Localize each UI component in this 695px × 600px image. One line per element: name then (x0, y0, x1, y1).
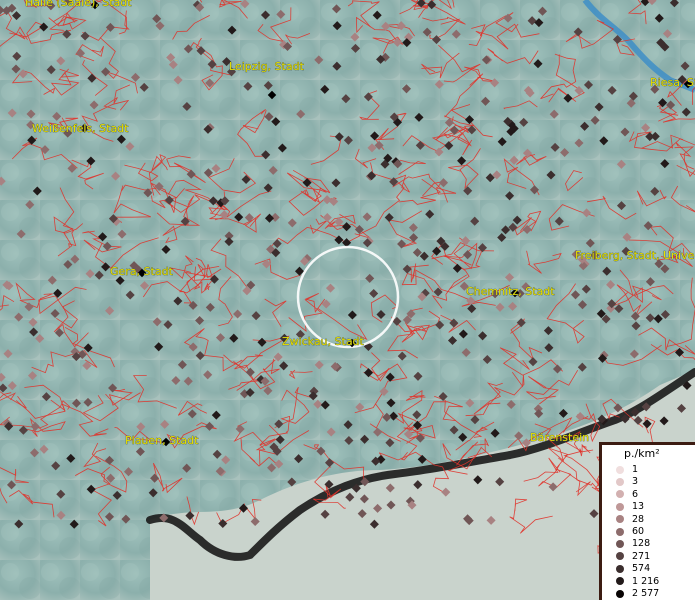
legend-value: 1 216 (632, 575, 660, 587)
city-label-chemnitz[interactable]: Chemnitz, Stadt (466, 285, 556, 299)
legend-entry: 574 (616, 562, 650, 575)
legend-swatch (616, 564, 624, 573)
city-label-weissenfels[interactable]: Weißenfels, Stadt (32, 122, 130, 136)
city-label-zwickau[interactable]: Zwickau, Stadt (282, 335, 365, 349)
legend-value: 6 (632, 488, 639, 500)
legend-entry: 13 (616, 500, 644, 513)
legend-swatch (616, 502, 624, 511)
legend-entry: 1 216 (616, 575, 659, 588)
legend-value: 128 (632, 538, 651, 550)
legend-swatch (616, 490, 624, 499)
legend-swatch (616, 552, 624, 561)
city-label-leipzig[interactable]: Leipzig, Stadt (229, 60, 305, 74)
legend-entry: 2 577 (616, 587, 659, 600)
population-density-map[interactable]: Halle (Saale), Stadt Leipzig, Stadt Riesa,… (0, 0, 695, 600)
legend-swatch (616, 465, 624, 474)
legend-value: 3 (632, 476, 639, 488)
legend-value: 13 (632, 501, 645, 513)
legend-value: 1 (632, 464, 639, 475)
legend-entry: 6 (616, 488, 638, 501)
legend-swatch (616, 527, 624, 536)
legend-value: 271 (632, 550, 651, 562)
legend-swatch (616, 539, 624, 548)
legend-entry: 3 (616, 475, 638, 488)
city-label-baerenstein[interactable]: Bärenstein (530, 431, 590, 445)
legend-entry: 28 (616, 513, 644, 526)
legend-swatch (616, 589, 624, 598)
legend-value: 28 (632, 513, 645, 525)
legend-entry: 128 (616, 537, 650, 550)
city-label-freiberg[interactable]: Freiberg, Stadt, Universi (575, 249, 695, 263)
legend-swatch (616, 515, 624, 524)
city-label-halle[interactable]: Halle (Saale), Stadt (25, 0, 133, 9)
legend-entry: 60 (616, 525, 644, 538)
legend-swatch (616, 577, 624, 586)
legend-entry: 271 (616, 550, 650, 563)
legend-entry: 1 (616, 463, 638, 476)
city-label-riesa[interactable]: Riesa, Sta (650, 76, 695, 90)
legend-swatch (616, 477, 624, 486)
city-label-gera[interactable]: Gera, Stadt (110, 265, 174, 279)
legend-value: 574 (632, 563, 651, 575)
legend-value: 60 (632, 526, 645, 537)
city-label-plauen[interactable]: Plauen, Stadt (125, 434, 200, 448)
legend: p./km² 1 3 6 13 28 60 128 271 574 1 216 2 577 (599, 442, 695, 600)
legend-title: p./km² (624, 447, 660, 460)
legend-value: 2 577 (632, 588, 660, 599)
